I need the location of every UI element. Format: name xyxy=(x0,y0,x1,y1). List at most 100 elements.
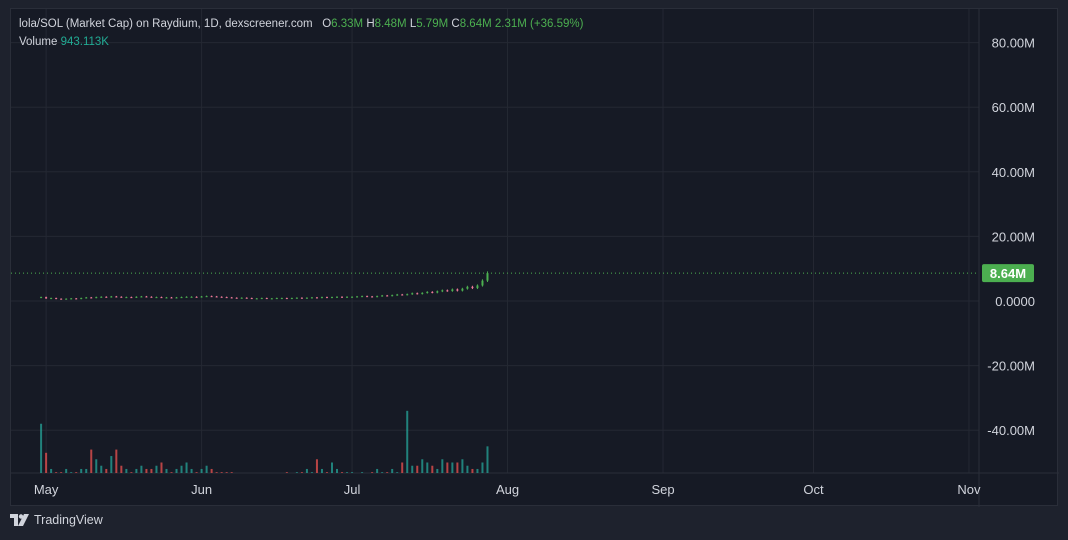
volume-bar xyxy=(456,462,459,473)
volume-bar xyxy=(481,462,484,473)
volume-bar xyxy=(436,468,439,473)
candle xyxy=(245,297,248,299)
candle xyxy=(240,297,243,299)
symbol-title: lola/SOL (Market Cap) on Raydium, 1D, de… xyxy=(19,18,313,30)
volume-bar xyxy=(411,465,414,473)
candle xyxy=(396,294,399,296)
volume-bar xyxy=(105,468,108,473)
candle xyxy=(481,280,484,286)
close-label: C xyxy=(451,18,460,30)
x-tick-label: Jul xyxy=(344,482,361,497)
volume-bar xyxy=(60,472,63,473)
candle xyxy=(115,296,118,298)
volume-bar xyxy=(401,462,404,473)
candle xyxy=(110,296,113,298)
chart-legend: lola/SOL (Market Cap) on Raydium, 1D, de… xyxy=(19,18,583,30)
volume-bar xyxy=(165,468,168,473)
volume-bar xyxy=(310,472,313,473)
close-value: 8.64M xyxy=(459,18,492,30)
candle xyxy=(190,296,193,298)
volume-bar xyxy=(115,449,118,473)
y-tick-label: 0.0000 xyxy=(995,294,1035,309)
candle xyxy=(456,289,459,291)
volume-bar xyxy=(431,465,434,473)
volume-bar xyxy=(295,472,298,473)
volume-bar xyxy=(175,468,178,473)
candle xyxy=(155,297,158,299)
volume-bar xyxy=(406,410,409,473)
volume-bar xyxy=(125,468,128,473)
tradingview-branding[interactable]: TradingView xyxy=(10,513,103,527)
candle xyxy=(265,298,268,300)
candle xyxy=(356,296,359,298)
open-value: 6.33M xyxy=(331,18,364,30)
candle xyxy=(235,297,238,299)
candle xyxy=(295,297,298,299)
candle xyxy=(426,291,429,293)
candle xyxy=(325,297,328,299)
candle xyxy=(451,289,454,291)
high-value: 8.48M xyxy=(374,18,407,30)
volume-bar xyxy=(70,472,73,473)
candle xyxy=(130,297,133,299)
candle xyxy=(175,297,178,299)
candle xyxy=(125,297,128,299)
candle xyxy=(411,293,414,295)
volume-bar xyxy=(346,472,349,473)
candle xyxy=(105,296,108,298)
volume-bar xyxy=(200,468,203,473)
last-price-label: 8.64M xyxy=(990,266,1026,281)
change-value: 2.31M (+36.59%) xyxy=(494,18,584,30)
x-tick-label: Aug xyxy=(496,482,519,497)
volume-bar xyxy=(330,462,333,473)
volume-bar xyxy=(230,472,233,473)
candle xyxy=(371,296,374,298)
candle xyxy=(441,290,444,292)
volume-bar xyxy=(391,468,394,473)
volume-bar xyxy=(210,468,213,473)
volume-bar xyxy=(476,468,479,473)
candle xyxy=(320,297,323,299)
candle xyxy=(45,297,48,299)
x-tick-label: May xyxy=(34,482,59,497)
candle xyxy=(361,296,364,298)
candle xyxy=(381,295,384,297)
volume-bar xyxy=(150,468,153,473)
candle xyxy=(180,297,183,299)
candle xyxy=(391,295,394,297)
candle xyxy=(195,296,198,298)
volume-bar xyxy=(45,452,48,473)
x-tick-label: Jun xyxy=(191,482,212,497)
volume-bar xyxy=(441,459,444,473)
candle xyxy=(346,296,349,298)
volume-bar xyxy=(155,465,158,473)
volume-bar xyxy=(50,468,53,473)
candle xyxy=(140,296,143,298)
volume-bar xyxy=(135,468,138,473)
candle xyxy=(220,296,223,298)
volume-bar xyxy=(190,468,193,473)
volume-bar xyxy=(75,472,78,473)
volume-bar xyxy=(361,472,364,473)
volume-legend: Volume 943.113K xyxy=(19,36,109,48)
volume-bar xyxy=(351,472,354,473)
volume-bar xyxy=(225,472,228,473)
candle xyxy=(315,297,318,299)
candle xyxy=(150,296,153,298)
candle xyxy=(351,296,354,298)
candle xyxy=(185,296,188,298)
volume-bar xyxy=(396,472,399,473)
candle xyxy=(421,292,424,294)
volume-bar xyxy=(461,459,464,473)
price-chart[interactable]: 80.00M 60.00M 40.00M 20.00M 0.0000 -20.00M -40… xyxy=(11,9,1059,507)
volume-bar xyxy=(145,468,148,473)
chart-panel[interactable]: 80.00M 60.00M 40.00M 20.00M 0.0000 -20.00M -40… xyxy=(10,8,1059,507)
volume-bar xyxy=(55,472,58,473)
candle xyxy=(285,298,288,300)
open-label: O xyxy=(322,18,332,30)
candle xyxy=(60,298,63,300)
candle xyxy=(280,298,283,300)
volume-value: 943.113K xyxy=(60,36,109,48)
volume-bar xyxy=(416,465,419,473)
candle xyxy=(255,298,258,300)
